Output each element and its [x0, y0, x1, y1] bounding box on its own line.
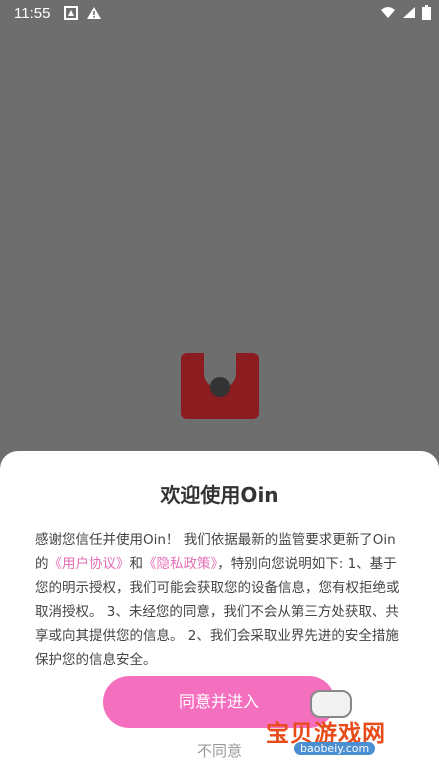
wifi-icon [380, 6, 396, 23]
status-time: 11:55 [14, 5, 51, 22]
watermark-url: baobeiy.com [294, 742, 376, 755]
privacy-policy-link[interactable]: 《隐私政策》 [143, 556, 217, 572]
battery-icon [422, 5, 431, 24]
body-text-and: 和 [129, 556, 144, 572]
logo-dot [210, 377, 230, 397]
signal-icon [402, 6, 416, 23]
notification-icon [64, 6, 78, 24]
status-right [380, 5, 431, 24]
user-agreement-link[interactable]: 《用户协议》 [49, 556, 130, 572]
dialog-body: 感谢您信任并使用Oin！ 我们依据最新的监管要求更新了Oin的《用户协议》和《隐… [35, 528, 405, 672]
body-text-details: ，特别向您说明如下: 1、基于您的明示授权，我们可能会获取您的设备信息，您有权拒… [35, 556, 400, 668]
watermark: 宝贝游戏网 baobeiy.com [258, 690, 408, 760]
dialog-title: 欢迎使用Oin [160, 483, 279, 507]
warning-icon [86, 6, 102, 24]
app-logo [181, 353, 259, 419]
status-bar: 11:55 [0, 0, 439, 28]
